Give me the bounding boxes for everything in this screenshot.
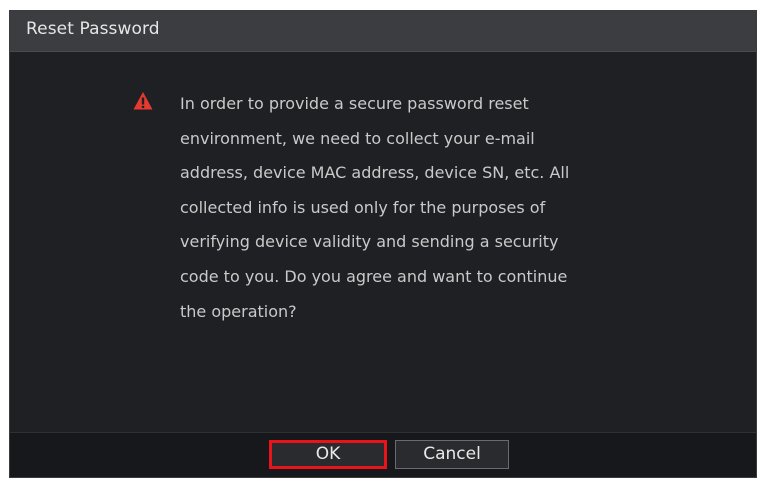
dialog-titlebar: Reset Password bbox=[10, 11, 756, 52]
cancel-button[interactable]: Cancel bbox=[395, 440, 509, 469]
dialog-message: In order to provide a secure password re… bbox=[180, 94, 570, 321]
reset-password-dialog: Reset Password In order to provide a sec… bbox=[9, 10, 757, 478]
dialog-title: Reset Password bbox=[26, 19, 160, 39]
dialog-footer: OK Cancel bbox=[10, 432, 756, 477]
ok-button[interactable]: OK bbox=[269, 440, 387, 469]
warning-icon bbox=[133, 92, 153, 110]
